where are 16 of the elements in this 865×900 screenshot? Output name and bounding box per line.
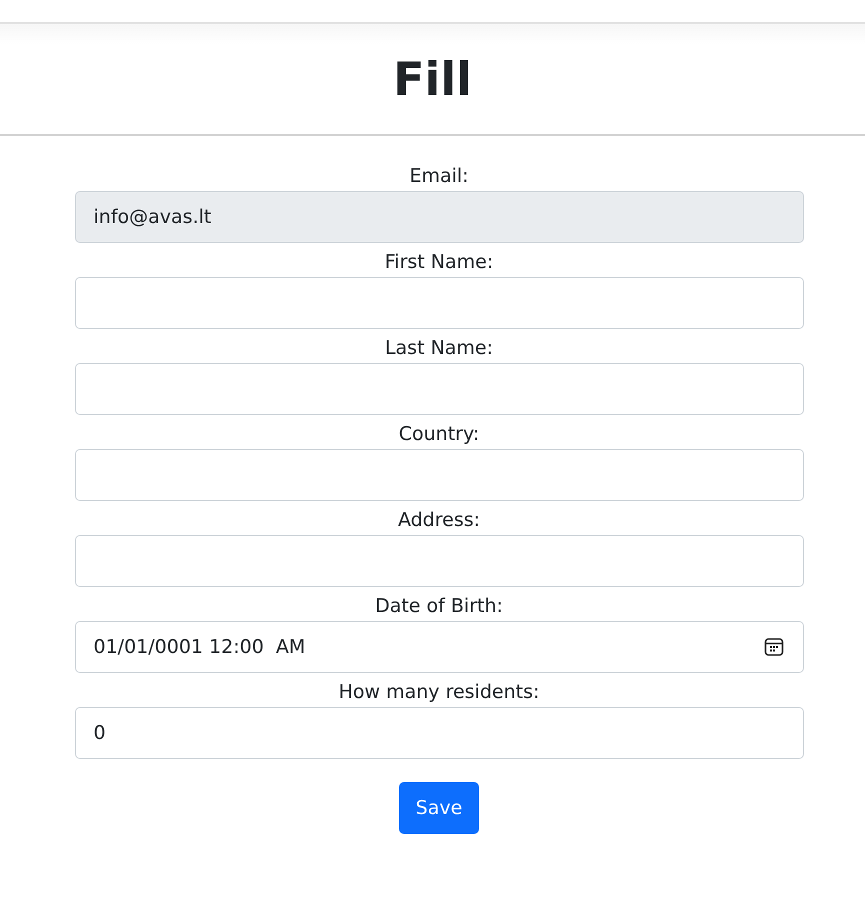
field-label: First Name: (384, 250, 494, 275)
input-field[interactable]: 01/01/0001 12:00 AM (74, 621, 804, 673)
input-field[interactable] (74, 363, 804, 415)
input-field[interactable] (74, 277, 804, 329)
field-label: Last Name: (384, 336, 494, 361)
field-label: Date of Birth: (375, 594, 503, 619)
field-label: Address: (398, 508, 480, 533)
save-button[interactable]: Save (399, 782, 479, 834)
input-field[interactable] (74, 535, 804, 587)
field-label: How many residents: (338, 680, 540, 705)
calendar-icon[interactable] (764, 637, 784, 657)
input-field[interactable]: 0 (74, 707, 804, 759)
field-label: Country: (398, 422, 480, 447)
input-field[interactable] (74, 449, 804, 501)
page-title: Fill (393, 52, 472, 106)
field-label: Email: (409, 164, 469, 189)
